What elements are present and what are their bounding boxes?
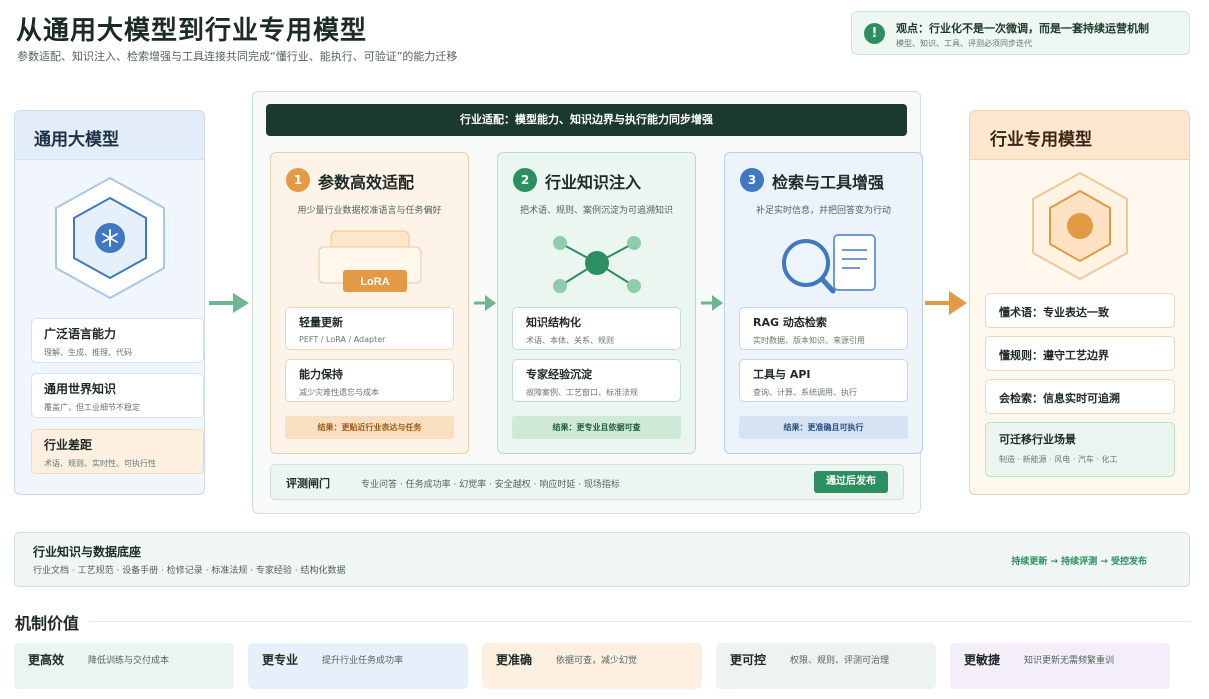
stage-desc: 补足实时信息，并把回答变为行动 — [755, 206, 891, 216]
industry-feature-terms: 懂术语：专业表达一致 — [985, 293, 1175, 328]
general-card-language: 广泛语言能力 理解、生成、推理、代码 — [31, 318, 204, 363]
mechanism-card-title: 更准确 — [496, 653, 533, 667]
general-model-hex-icon — [55, 176, 165, 300]
stage-card: 能力保持 减少灾难性遗忘与成本 — [285, 359, 454, 402]
data-foundation-desc: 行业文档 · 工艺规范 · 设备手册 · 检修记录 · 标准法规 · 专家经验 … — [33, 566, 346, 576]
stage-card: 轻量更新 PEFT / LoRA / Adapter — [285, 307, 454, 350]
eval-metrics: 专业问答 · 任务成功率 · 幻觉率 · 安全越权 · 响应时延 · 现场指标 — [361, 480, 620, 490]
stage-card-desc: 故障案例、工艺窗口、标准法规 — [526, 388, 638, 397]
lora-layers-icon: LoRA — [318, 230, 422, 292]
card-desc: 覆盖广，但工业细节不稳定 — [44, 403, 140, 412]
industry-feature-retrieval: 会检索：信息实时可追溯 — [985, 379, 1175, 414]
industry-feature-rules: 懂规则：遵守工艺边界 — [985, 336, 1175, 371]
section-divider — [90, 621, 1190, 622]
mechanism-card-desc: 知识更新无需频繁重训 — [1024, 656, 1115, 666]
data-foundation-bar: 行业知识与数据底座 行业文档 · 工艺规范 · 设备手册 · 检修记录 · 标准… — [14, 532, 1190, 587]
stage-card: 专家经验沉淀 故障案例、工艺窗口、标准法规 — [512, 359, 681, 402]
page-subtitle: 参数适配、知识注入、检索增强与工具连接共同完成“懂行业、能执行、可验证”的能力迁… — [17, 50, 458, 63]
scene-title: 可迁移行业场景 — [999, 433, 1076, 446]
general-model-panel: 通用大模型 广泛语言能力 理解、生成、推理、代码 通用世界知识 覆盖广，但工业细… — [14, 110, 205, 495]
card-title: 通用世界知识 — [44, 382, 117, 396]
industry-model-hex-icon — [1032, 171, 1128, 281]
scene-desc: 制造 · 新能源 · 风电 · 汽车 · 化工 — [999, 455, 1118, 464]
mechanism-card-desc: 权限、规则、评测可治理 — [790, 656, 890, 666]
mechanism-card-title: 更敏捷 — [964, 653, 1001, 667]
stage-result: 结果：更贴近行业表达与任务 — [285, 416, 454, 439]
card-title: 广泛语言能力 — [44, 327, 117, 341]
stage-card-title: RAG 动态检索 — [753, 316, 827, 329]
data-foundation-title: 行业知识与数据底座 — [33, 545, 142, 559]
stage-card: 知识结构化 术语、本体、关系、规则 — [512, 307, 681, 350]
arrow-right-icon — [925, 291, 967, 315]
stage-card-desc: 减少灾难性遗忘与成本 — [299, 388, 379, 397]
industry-scenes: 可迁移行业场景 制造 · 新能源 · 风电 · 汽车 · 化工 — [985, 422, 1175, 477]
adapt-banner: 行业适配：模型能力、知识边界与执行能力同步增强 — [266, 104, 907, 136]
alert-icon: ! — [864, 23, 885, 44]
stage-retrieval: 3 检索与工具增强 补足实时信息，并把回答变为行动 RAG 动态检索 实时数据、… — [724, 152, 923, 454]
data-foundation-flow: 持续更新 → 持续评测 → 受控发布 — [1011, 557, 1147, 567]
stage-card-desc: 查询、计算、系统调用、执行 — [753, 388, 857, 397]
industry-model-title: 行业专用模型 — [970, 111, 1189, 160]
mechanism-card-desc: 依据可查，减少幻觉 — [556, 656, 638, 666]
stage-number: 1 — [286, 168, 310, 192]
general-card-gap: 行业差距 术语、规则、实时性、可执行性 — [31, 429, 204, 474]
viewpoint-subtitle: 模型、知识、工具、评测必须同步迭代 — [896, 39, 1032, 48]
knowledge-graph-icon — [553, 236, 641, 293]
industry-model-panel: 行业专用模型 懂术语：专业表达一致 懂规则：遵守工艺边界 会检索：信息实时可追溯… — [969, 110, 1190, 495]
stage-title: 检索与工具增强 — [772, 173, 885, 192]
card-desc: 理解、生成、推理、代码 — [44, 348, 132, 357]
stage-card: RAG 动态检索 实时数据、版本知识、来源引用 — [739, 307, 908, 350]
stage-card-desc: 术语、本体、关系、规则 — [526, 336, 614, 345]
stage-knowledge: 2 行业知识注入 把术语、规则、案例沉淀为可追溯知识 知识结构化 术语、本体、关… — [497, 152, 696, 454]
stage-result: 结果：更专业且依据可查 — [512, 416, 681, 439]
mechanism-card-agile: 更敏捷 知识更新无需频繁重训 — [950, 643, 1170, 689]
mechanism-card-professional: 更专业 提升行业任务成功率 — [248, 643, 468, 689]
stage-title: 参数高效适配 — [318, 173, 415, 192]
mechanism-card-title: 更可控 — [730, 653, 767, 667]
arrow-right-icon — [474, 295, 496, 311]
card-title: 行业差距 — [44, 438, 93, 452]
evaluation-gate: 评测闸门 专业问答 · 任务成功率 · 幻觉率 · 安全越权 · 响应时延 · … — [270, 464, 904, 500]
stage-card-desc: PEFT / LoRA / Adapter — [299, 335, 386, 344]
stage-card-title: 轻量更新 — [299, 316, 343, 329]
arrow-right-icon — [209, 293, 249, 313]
stage-result: 结果：更准确且可执行 — [739, 416, 908, 439]
viewpoint-title: 观点：行业化不是一次微调，而是一套持续运营机制 — [896, 22, 1149, 35]
stage-card-desc: 实时数据、版本知识、来源引用 — [753, 336, 865, 345]
stage-desc: 把术语、规则、案例沉淀为可追溯知识 — [519, 206, 673, 216]
publish-button[interactable]: 通过后发布 — [814, 471, 888, 493]
mechanism-card-title: 更高效 — [28, 653, 65, 667]
stage-desc: 用少量行业数据校准语言与任务偏好 — [297, 206, 442, 216]
stage-card-title: 能力保持 — [299, 368, 343, 381]
mechanism-card-title: 更专业 — [262, 653, 299, 667]
lora-badge: LoRA — [360, 276, 389, 288]
mechanism-card-controllable: 更可控 权限、规则、评测可治理 — [716, 643, 936, 689]
search-document-icon — [782, 234, 876, 294]
mechanism-card-accurate: 更准确 依据可查，减少幻觉 — [482, 643, 702, 689]
stage-card: 工具与 API 查询、计算、系统调用、执行 — [739, 359, 908, 402]
mechanism-card-efficient: 更高效 降低训练与交付成本 — [14, 643, 234, 689]
page-title: 从通用大模型到行业专用模型 — [16, 16, 368, 46]
stage-card-title: 专家经验沉淀 — [526, 368, 592, 381]
mechanism-title: 机制价值 — [15, 614, 80, 633]
viewpoint-callout: ! 观点：行业化不是一次微调，而是一套持续运营机制 模型、知识、工具、评测必须同… — [851, 11, 1190, 55]
general-model-title: 通用大模型 — [15, 111, 204, 160]
mechanism-card-desc: 提升行业任务成功率 — [322, 656, 404, 666]
card-desc: 术语、规则、实时性、可执行性 — [44, 459, 156, 468]
stage-card-title: 工具与 API — [753, 368, 811, 381]
stage-number: 2 — [513, 168, 537, 192]
stage-peft: 1 参数高效适配 用少量行业数据校准语言与任务偏好 LoRA 轻量更新 PEFT… — [270, 152, 469, 454]
stage-card-title: 知识结构化 — [526, 316, 581, 329]
arrow-right-icon — [701, 295, 723, 311]
eval-title: 评测闸门 — [286, 477, 330, 490]
general-card-knowledge: 通用世界知识 覆盖广，但工业细节不稳定 — [31, 373, 204, 418]
stage-number: 3 — [740, 168, 764, 192]
mechanism-card-desc: 降低训练与交付成本 — [88, 656, 170, 666]
stage-title: 行业知识注入 — [545, 173, 642, 192]
